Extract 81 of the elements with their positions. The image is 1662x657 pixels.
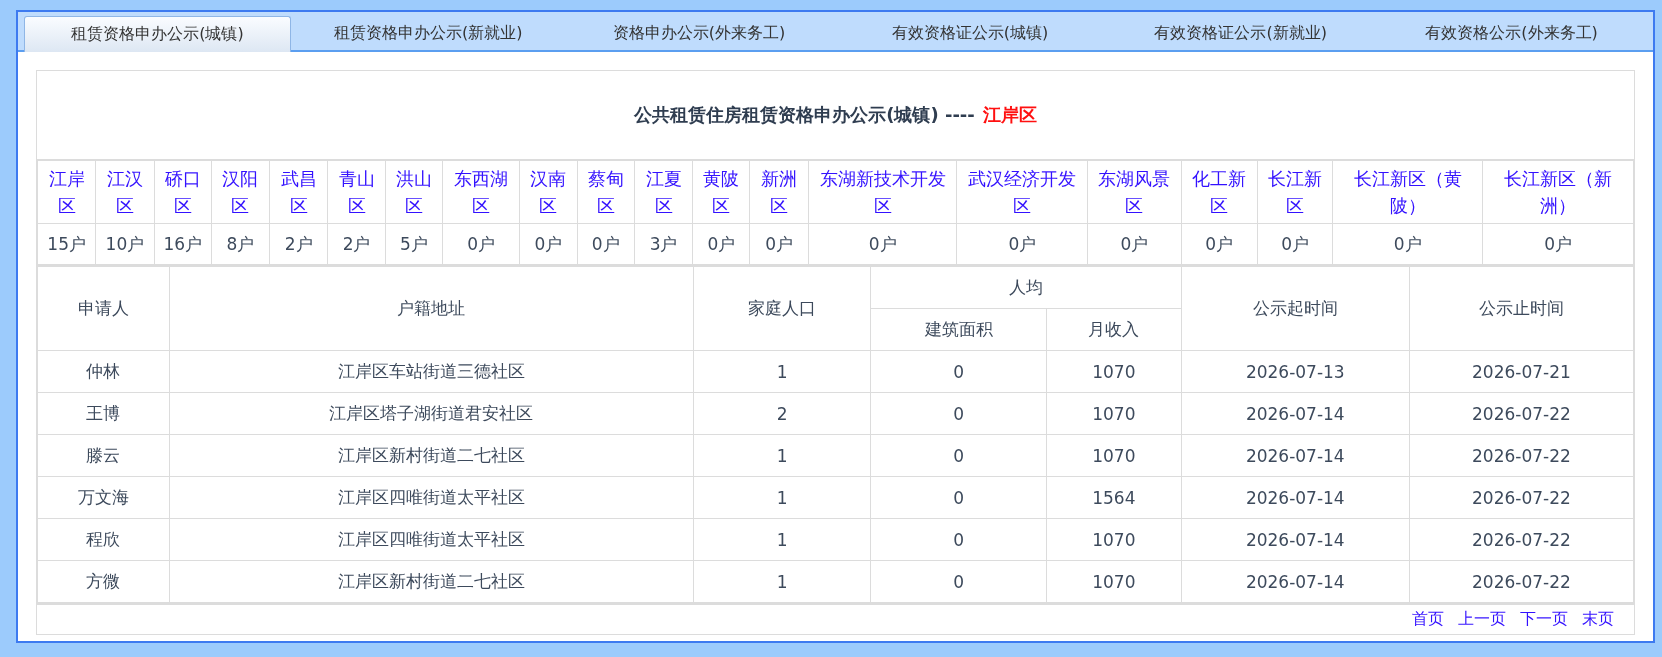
household-count: 0户 [1482,223,1634,265]
table-cell: 1070 [1046,518,1182,561]
column-header: 人均 [870,266,1182,309]
table-cell: 0 [870,392,1047,435]
pager-link[interactable]: 末页 [1582,609,1614,630]
table-cell: 1070 [1046,560,1182,603]
table-cell: 2026-07-14 [1181,518,1410,561]
table-cell: 滕云 [37,434,170,477]
district-name: 江岸区 [982,103,1037,127]
household-count: 0户 [808,223,957,265]
pager-link[interactable]: 首页 [1412,609,1444,630]
table-cell: 2 [693,392,871,435]
table-cell: 江岸区四唯街道太平社区 [169,476,694,519]
tab[interactable]: 资格申办公示(外来务工) [565,16,833,50]
table-cell: 江岸区新村街道二七社区 [169,434,694,477]
table-cell: 1070 [1046,392,1182,435]
household-count: 0户 [1257,223,1333,265]
household-count: 16户 [154,223,212,265]
household-count: 5户 [385,223,443,265]
table-cell: 1070 [1046,434,1182,477]
column-header: 申请人 [37,266,170,351]
table-cell: 万文海 [37,476,170,519]
column-header: 建筑面积 [870,308,1047,351]
table-cell: 方微 [37,560,170,603]
tab[interactable]: 有效资格证公示(新就业) [1107,16,1375,50]
table-cell: 2026-07-22 [1409,560,1634,603]
household-count: 3户 [634,223,693,265]
table-cell: 0 [870,518,1047,561]
tab[interactable]: 有效资格证公示(城镇) [836,16,1104,50]
table-cell: 2026-07-13 [1181,350,1410,393]
tab[interactable]: 租赁资格申办公示(城镇) [24,16,291,52]
table-cell: 1 [693,560,871,603]
pager-link[interactable]: 上一页 [1458,609,1506,630]
household-count: 2户 [269,223,328,265]
household-count: 2户 [327,223,386,265]
column-header: 公示起时间 [1181,266,1410,351]
table-cell: 江岸区塔子湖街道君安社区 [169,392,694,435]
household-count: 0户 [1181,223,1258,265]
column-header: 户籍地址 [169,266,694,351]
table-cell: 2026-07-14 [1181,392,1410,435]
household-count: 0户 [1332,223,1483,265]
household-count: 0户 [957,223,1088,265]
table-cell: 江岸区四唯街道太平社区 [169,518,694,561]
household-count: 0户 [577,223,635,265]
table-cell: 1 [693,434,871,477]
column-header: 家庭人口 [693,266,871,351]
notice-title: 公共租赁住房租赁资格申办公示(城镇) ---- [634,103,975,127]
table-cell: 王博 [37,392,170,435]
table-cell: 2026-07-14 [1181,476,1410,519]
pager-link[interactable]: 下一页 [1520,609,1568,630]
table-cell: 0 [870,350,1047,393]
table-cell: 1 [693,518,871,561]
table-cell: 2026-07-22 [1409,518,1634,561]
household-count: 0户 [749,223,809,265]
table-cell: 0 [870,476,1047,519]
household-count: 8户 [211,223,270,265]
household-count: 0户 [442,223,520,265]
table-cell: 2026-07-14 [1181,434,1410,477]
table-cell: 0 [870,434,1047,477]
table-cell: 江岸区车站街道三德社区 [169,350,694,393]
household-count: 10户 [95,223,155,265]
table-cell: 1070 [1046,350,1182,393]
tab[interactable]: 有效资格公示(外来务工) [1378,16,1645,50]
table-cell: 仲林 [37,350,170,393]
household-count: 0户 [692,223,750,265]
table-cell: 程欣 [37,518,170,561]
column-header: 公示止时间 [1409,266,1634,351]
table-cell: 2026-07-22 [1409,476,1634,519]
table-cell: 0 [870,560,1047,603]
table-cell: 2026-07-21 [1409,350,1634,393]
tab[interactable]: 租赁资格申办公示(新就业) [294,16,562,50]
table-cell: 2026-07-14 [1181,560,1410,603]
table-cell: 1564 [1046,476,1182,519]
household-count: 15户 [37,223,96,265]
table-cell: 1 [693,350,871,393]
table-cell: 2026-07-22 [1409,434,1634,477]
table-cell: 2026-07-22 [1409,392,1634,435]
table-cell: 1 [693,476,871,519]
household-count: 0户 [519,223,578,265]
household-count: 0户 [1087,223,1182,265]
table-cell: 江岸区新村街道二七社区 [169,560,694,603]
